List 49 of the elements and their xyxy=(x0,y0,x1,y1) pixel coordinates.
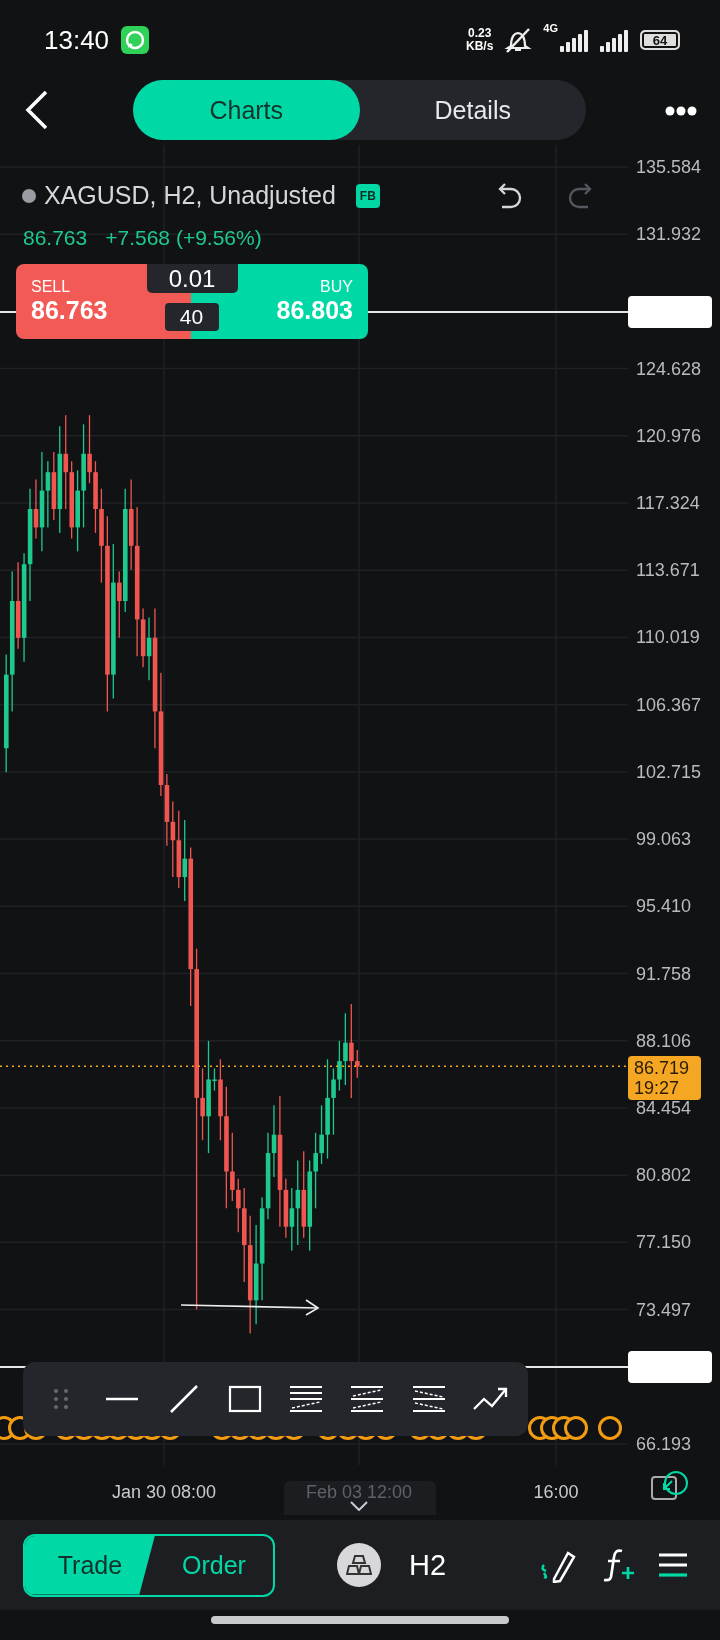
volume-field[interactable]: 0.01 xyxy=(146,264,238,293)
price-axis-label: 117.324 xyxy=(636,492,700,514)
price-axis-label: 131.932 xyxy=(636,223,702,245)
more-icon[interactable] xyxy=(665,106,697,116)
price-axis-label: 91.758 xyxy=(636,963,692,984)
time-axis-label: 16:00 xyxy=(533,1482,579,1503)
symbol-title: XAGUSD, H2, Unadjusted xyxy=(44,181,336,210)
battery-level: 64 xyxy=(640,30,680,50)
network-speed: 0.23 KB/s xyxy=(465,27,494,53)
timeframe-button[interactable]: H2 xyxy=(409,1548,447,1582)
price-change: +7.568 (+9.56%) xyxy=(105,226,262,250)
signal-icon xyxy=(560,28,590,52)
back-icon[interactable] xyxy=(24,90,50,130)
price-axis-label: 80.802 xyxy=(636,1164,692,1186)
price-axis-label: 88.106 xyxy=(636,1030,692,1052)
tab[interactable]: Details xyxy=(359,80,586,140)
mode-tab[interactable]: Trade xyxy=(25,1535,155,1595)
price-axis-label: 135.584 xyxy=(636,156,702,178)
price-axis-label: 113.671 xyxy=(636,559,700,581)
signal-icon xyxy=(600,28,630,52)
price-axis-label: 120.976 xyxy=(636,425,702,447)
price-axis-label: 66.193 xyxy=(636,1433,692,1455)
mode-tab[interactable]: Order xyxy=(154,1535,273,1595)
time-axis-label: Feb 03 12:00 xyxy=(305,1482,413,1503)
status-dot xyxy=(22,188,36,203)
price-axis-label: 99.063 xyxy=(636,828,692,850)
price-axis-label: 77.150 xyxy=(636,1231,692,1253)
last-price: 86.763 xyxy=(23,226,88,250)
badge: FB xyxy=(355,183,380,208)
network-type: 4G xyxy=(543,22,558,34)
current-price-tag: 86.719 19:27 xyxy=(628,1056,701,1101)
spread-value: 40 xyxy=(164,303,219,331)
price-axis-label: 124.628 xyxy=(636,358,702,380)
lot-selector[interactable]: 0.01 40 xyxy=(146,264,238,339)
time-axis-label: Jan 30 08:00 xyxy=(111,1482,217,1503)
muted-bell-icon xyxy=(503,26,534,54)
chat-app-icon xyxy=(121,26,150,54)
clock-time: 13:40 xyxy=(44,24,110,56)
tab[interactable]: Charts xyxy=(133,80,360,140)
ingots-icon[interactable] xyxy=(337,1543,381,1587)
reset-view-icon[interactable] xyxy=(650,1469,690,1503)
price-axis-label: 73.497 xyxy=(636,1299,692,1321)
menu-icon[interactable] xyxy=(658,1552,688,1578)
chevron-down-icon[interactable] xyxy=(350,1501,368,1511)
price-axis-label: 106.367 xyxy=(636,694,702,716)
scroll-handle[interactable] xyxy=(284,1481,436,1515)
price-axis-label: 102.715 xyxy=(636,761,702,783)
price-axis-label: 95.410 xyxy=(636,895,692,917)
price-axis-label: 110.019 xyxy=(636,626,700,648)
